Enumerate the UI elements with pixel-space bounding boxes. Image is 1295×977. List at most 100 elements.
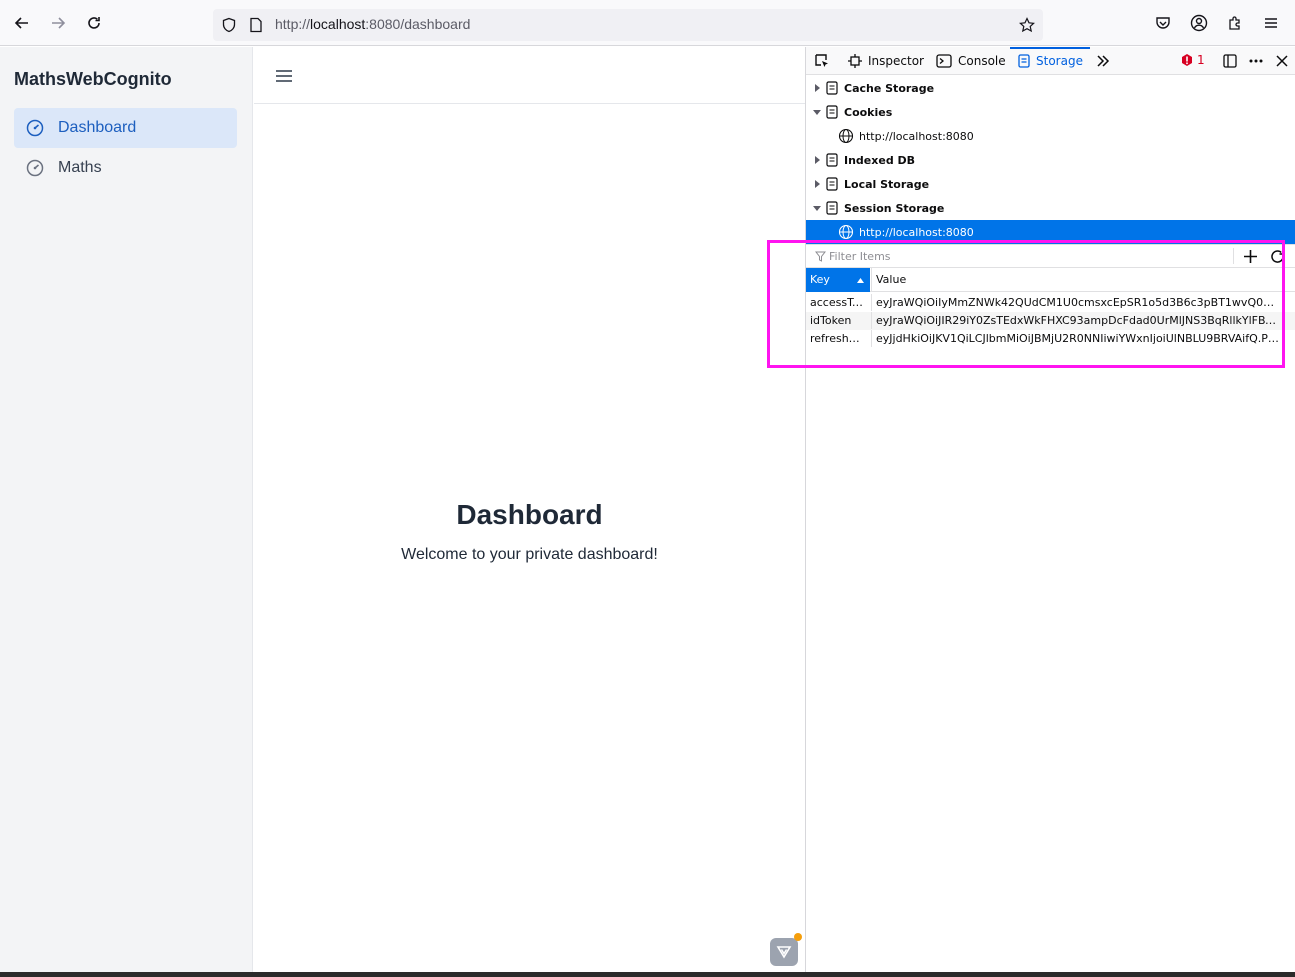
storage-icon [826, 105, 838, 119]
devtools-toolbar: Inspector Console Storage 1 [806, 47, 1295, 75]
account-button[interactable] [1186, 10, 1212, 36]
url-host: localhost [310, 16, 366, 32]
column-header-label: Key [810, 273, 830, 286]
chevron-right-icon [815, 180, 820, 188]
column-header-key[interactable]: Key [806, 268, 870, 292]
url-bar[interactable]: http://localhost:8080/dashboard [213, 9, 1043, 41]
storage-icon [826, 201, 838, 215]
column-header-value[interactable]: Value [871, 268, 1295, 292]
tab-inspector[interactable]: Inspector [848, 47, 924, 75]
table-row[interactable]: idToken eyJraWQiOiJIR29iY0ZsTEdxWkFHXC93… [806, 312, 1295, 330]
tab-storage[interactable]: Storage [1018, 47, 1083, 75]
nav-item-maths[interactable]: Maths [14, 148, 237, 188]
app-sidebar: MathsWebCognito Dashboard Maths [0, 47, 253, 972]
account-icon [1190, 14, 1208, 32]
nav-label-dashboard: Dashboard [58, 119, 137, 136]
console-icon [936, 54, 952, 68]
more-options-icon[interactable] [1248, 53, 1264, 69]
chevron-down-icon [813, 206, 821, 211]
globe-icon [838, 224, 854, 240]
tab-storage-label: Storage [1036, 54, 1083, 68]
cell-value: eyJraWQiOiJIR29iY0ZsTEdxWkFHXC93ampDcFda… [871, 312, 1284, 329]
divider [1233, 248, 1234, 264]
tree-item-label: Session Storage [844, 201, 945, 215]
vue-devtools-icon [776, 946, 792, 959]
tree-item-label: http://localhost:8080 [859, 129, 974, 143]
extensions-button[interactable] [1222, 10, 1248, 36]
menu-button[interactable] [1258, 10, 1284, 36]
dock-side-icon[interactable] [1222, 53, 1238, 69]
bookmark-star-icon[interactable] [1019, 17, 1035, 33]
nav-item-dashboard[interactable]: Dashboard [14, 108, 237, 148]
puzzle-icon [1229, 16, 1240, 30]
filter-bar: Filter Items [806, 244, 1295, 268]
chevron-right-icon [815, 84, 820, 92]
more-tabs-chevron-icon[interactable] [1096, 54, 1110, 68]
gauge-icon [26, 159, 44, 177]
shield-icon[interactable] [221, 17, 237, 33]
arrow-left-icon [14, 17, 28, 29]
page-icon [250, 17, 262, 33]
tab-console-label: Console [958, 54, 1006, 68]
error-indicator[interactable]: 1 [1181, 53, 1205, 67]
app-header [254, 47, 805, 104]
error-count: 1 [1197, 53, 1205, 67]
cell-value: eyJjdHkiOiJKV1QiLCJlbmMiOiJBMjU2R0NNIiwi… [871, 330, 1284, 347]
cell-key: accessTo… [810, 296, 870, 309]
table-row[interactable]: accessTo… eyJraWQiOiIyMmZNWk42QUdCM1U0cm… [806, 294, 1295, 312]
os-taskbar [0, 972, 1295, 977]
storage-icon [826, 177, 838, 191]
tab-console[interactable]: Console [936, 47, 1006, 75]
close-icon[interactable] [1275, 54, 1289, 68]
sidebar-toggle-icon[interactable] [274, 66, 294, 86]
tab-inspector-label: Inspector [868, 54, 924, 68]
forward-button[interactable] [45, 10, 71, 36]
browser-toolbar: http://localhost:8080/dashboard [0, 0, 1295, 46]
pocket-icon [1156, 17, 1170, 29]
tree-item-label: Local Storage [844, 177, 930, 191]
tree-item-session-storage[interactable]: Session Storage [806, 196, 1295, 220]
element-picker-icon[interactable] [814, 53, 830, 69]
table-row[interactable]: refreshT… eyJjdHkiOiJKV1QiLCJlbmMiOiJBMj… [806, 330, 1295, 348]
devtools-panel: Inspector Console Storage 1 Cache Storag… [805, 47, 1295, 972]
pocket-button[interactable] [1150, 10, 1176, 36]
active-tab-indicator [1010, 47, 1090, 49]
gauge-icon [26, 119, 44, 137]
back-button[interactable] [9, 10, 35, 36]
tree-item-label: Indexed DB [844, 153, 916, 167]
tree-item-local-storage[interactable]: Local Storage [806, 172, 1295, 196]
tree-item-session-localhost[interactable]: http://localhost:8080 [806, 220, 1295, 244]
filter-icon [815, 251, 826, 262]
chevron-down-icon [813, 110, 821, 115]
reload-button[interactable] [81, 10, 107, 36]
url-scheme: http:// [275, 16, 311, 32]
arrow-right-icon [52, 17, 66, 29]
storage-icon [1018, 54, 1030, 68]
tree-item-cookies[interactable]: Cookies [806, 100, 1295, 124]
tree-item-indexed-db[interactable]: Indexed DB [806, 148, 1295, 172]
chevron-right-icon [815, 156, 820, 164]
add-item-icon[interactable] [1243, 249, 1258, 264]
app-brand: MathsWebCognito [14, 69, 172, 89]
globe-icon [838, 128, 854, 144]
tree-item-cache-storage[interactable]: Cache Storage [806, 76, 1295, 100]
tree-item-label: http://localhost:8080 [859, 225, 974, 239]
page-subtitle: Welcome to your private dashboard! [401, 546, 658, 563]
reload-icon [88, 17, 100, 29]
app-main: Dashboard Welcome to your private dashbo… [254, 47, 805, 972]
storage-icon [826, 153, 838, 167]
cell-key: idToken [810, 314, 852, 327]
storage-icon [826, 81, 838, 95]
column-header-label: Value [876, 273, 907, 286]
refresh-icon[interactable] [1270, 249, 1285, 264]
error-icon [1182, 54, 1192, 66]
notification-dot [794, 933, 802, 941]
url-text[interactable]: http://localhost:8080/dashboard [275, 16, 470, 32]
tree-item-cookies-localhost[interactable]: http://localhost:8080 [806, 124, 1295, 148]
filter-input[interactable]: Filter Items [829, 250, 891, 263]
cell-value: eyJraWQiOiIyMmZNWk42QUdCM1U0cmsxcEpSR1o5… [871, 294, 1284, 311]
hamburger-menu-icon [1265, 18, 1277, 28]
tree-item-label: Cookies [844, 105, 893, 119]
nav-label-maths: Maths [58, 159, 102, 176]
floating-action-button[interactable] [770, 938, 798, 966]
